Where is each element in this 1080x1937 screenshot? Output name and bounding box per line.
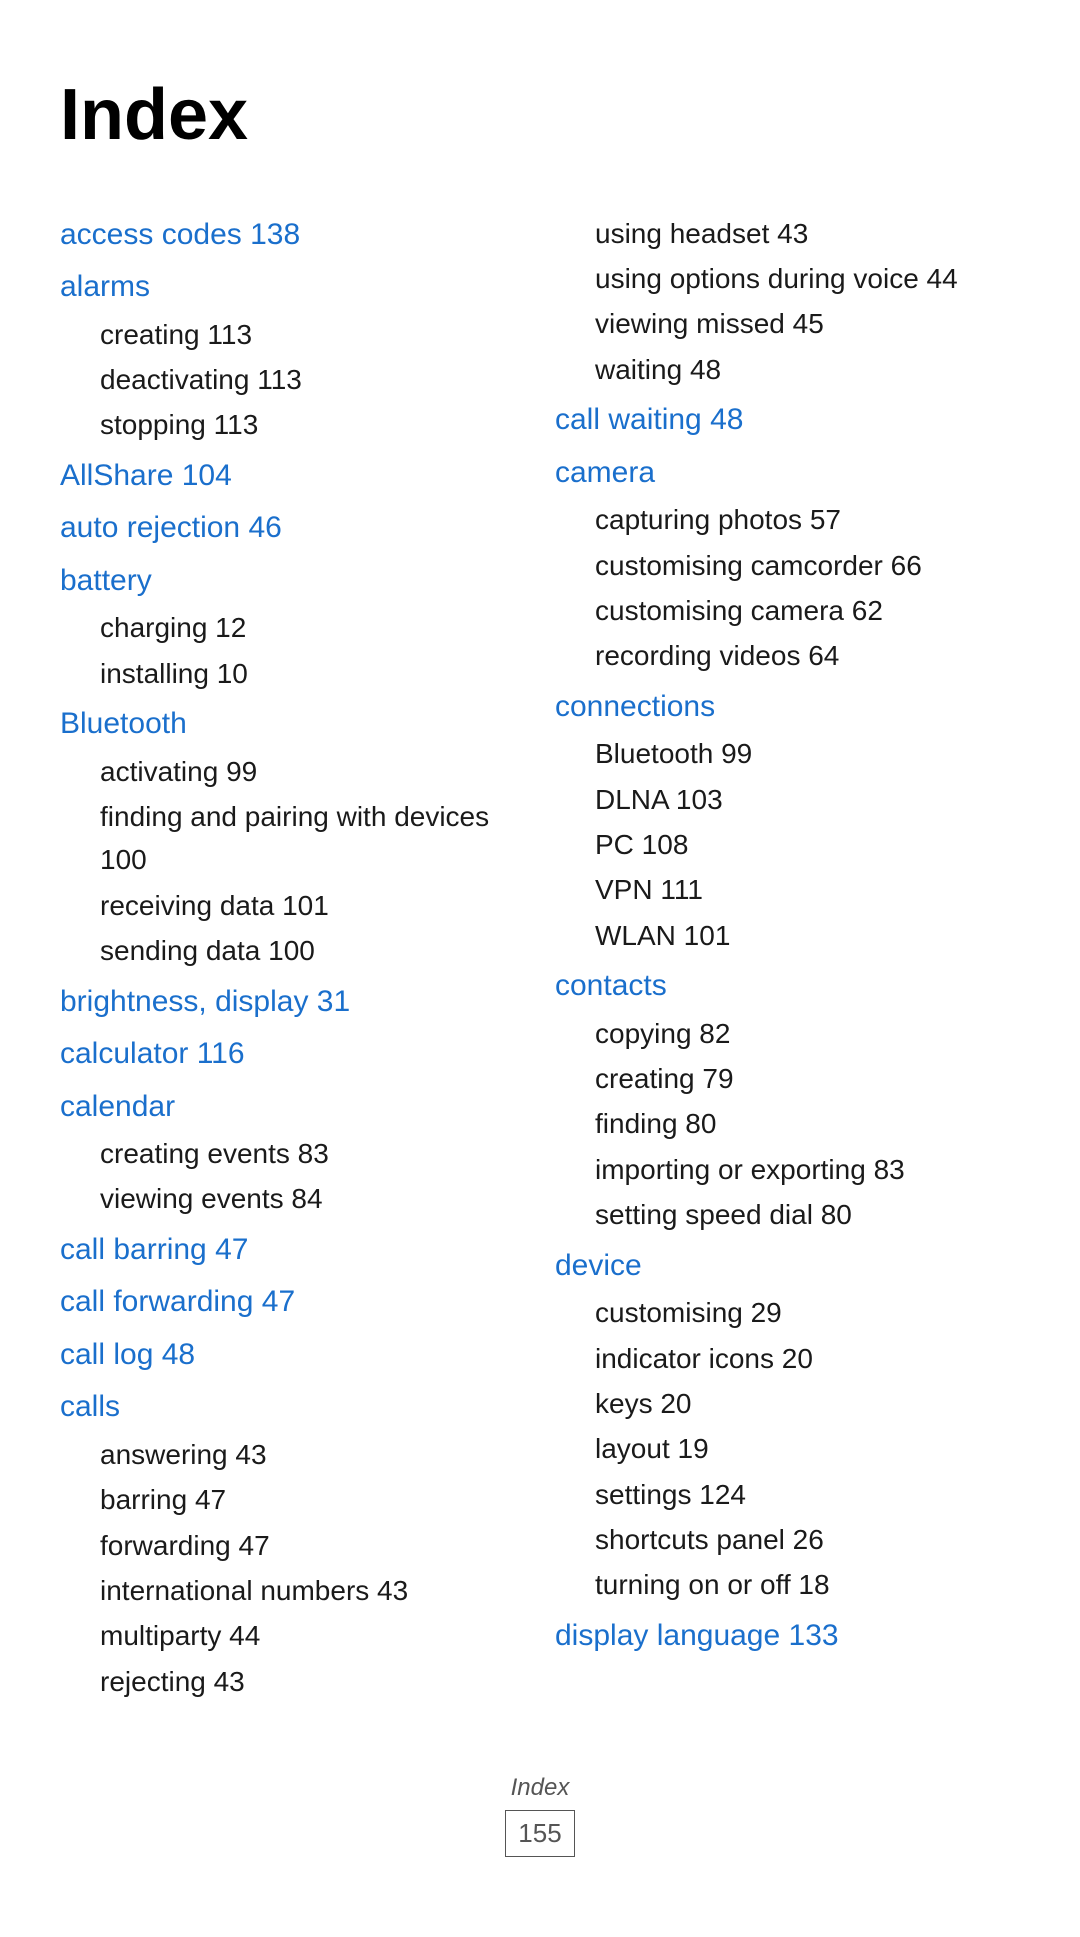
right-column: using headset 43using options during voi… bbox=[555, 212, 1020, 1710]
index-subitem: layout 19 bbox=[555, 1427, 1020, 1470]
index-subitem: stopping 113 bbox=[60, 403, 525, 446]
index-link[interactable]: AllShare 104 bbox=[60, 459, 232, 492]
index-section: call barring 47 bbox=[60, 1227, 525, 1274]
index-section: using headset 43using options during voi… bbox=[555, 212, 1020, 392]
footer-page: 155 bbox=[505, 1810, 574, 1856]
index-section: call log 48 bbox=[60, 1332, 525, 1379]
index-subitem: activating 99 bbox=[60, 750, 525, 793]
index-link[interactable]: calls bbox=[60, 1390, 120, 1423]
index-section: access codes 138 bbox=[60, 212, 525, 259]
index-link[interactable]: call waiting 48 bbox=[555, 403, 743, 436]
index-subitem: shortcuts panel 26 bbox=[555, 1518, 1020, 1561]
index-section: cameracapturing photos 57customising cam… bbox=[555, 450, 1020, 678]
index-link[interactable]: connections bbox=[555, 690, 715, 723]
index-subitem: customising camera 62 bbox=[555, 589, 1020, 632]
index-subitem: charging 12 bbox=[60, 606, 525, 649]
index-link[interactable]: battery bbox=[60, 564, 152, 597]
index-link[interactable]: call forwarding 47 bbox=[60, 1285, 295, 1318]
index-section: call forwarding 47 bbox=[60, 1279, 525, 1326]
index-section: auto rejection 46 bbox=[60, 505, 525, 552]
footer-label: Index bbox=[60, 1769, 1020, 1806]
index-subitem: using headset 43 bbox=[555, 212, 1020, 255]
index-subitem: importing or exporting 83 bbox=[555, 1148, 1020, 1191]
index-subitem: creating 79 bbox=[555, 1057, 1020, 1100]
index-section: connections Bluetooth 99DLNA 103PC 108VPN… bbox=[555, 684, 1020, 957]
index-subitem: settings 124 bbox=[555, 1473, 1020, 1516]
index-link[interactable]: call log 48 bbox=[60, 1338, 195, 1371]
index-subitem: viewing missed 45 bbox=[555, 302, 1020, 345]
index-section: calculator 116 bbox=[60, 1031, 525, 1078]
index-subitem: customising 29 bbox=[555, 1291, 1020, 1334]
index-section: contacts copying 82creating 79finding 80i… bbox=[555, 963, 1020, 1236]
index-subitem: using options during voice 44 bbox=[555, 257, 1020, 300]
index-subitem: receiving data 101 bbox=[60, 884, 525, 927]
index-subitem: creating 113 bbox=[60, 313, 525, 356]
index-subitem: installing 10 bbox=[60, 652, 525, 695]
index-link[interactable]: calendar bbox=[60, 1090, 175, 1123]
index-section: AllShare 104 bbox=[60, 453, 525, 500]
index-section: calls answering 43barring 47forwarding 47… bbox=[60, 1384, 525, 1703]
index-section: calendar creating events 83viewing events… bbox=[60, 1084, 525, 1221]
index-link[interactable]: brightness, display 31 bbox=[60, 985, 350, 1018]
index-link[interactable]: auto rejection 46 bbox=[60, 511, 282, 544]
index-link[interactable]: Bluetooth bbox=[60, 707, 187, 740]
index-subitem: finding 80 bbox=[555, 1102, 1020, 1145]
index-link[interactable]: camera bbox=[555, 456, 655, 489]
index-section: battery charging 12installing 10 bbox=[60, 558, 525, 695]
index-subitem: multiparty 44 bbox=[60, 1614, 525, 1657]
index-subitem: international numbers 43 bbox=[60, 1569, 525, 1612]
index-subitem: answering 43 bbox=[60, 1433, 525, 1476]
index-subitem: viewing events 84 bbox=[60, 1177, 525, 1220]
index-subitem: recording videos 64 bbox=[555, 634, 1020, 677]
index-subitem: keys 20 bbox=[555, 1382, 1020, 1425]
page-title: Index bbox=[60, 60, 1020, 172]
index-subitem: finding and pairing with devices 100 bbox=[60, 795, 525, 882]
index-subitem: DLNA 103 bbox=[555, 778, 1020, 821]
index-link[interactable]: device bbox=[555, 1249, 642, 1282]
index-link[interactable]: call barring 47 bbox=[60, 1233, 248, 1266]
index-link[interactable]: access codes 138 bbox=[60, 218, 300, 251]
index-link[interactable]: alarms bbox=[60, 270, 150, 303]
index-subitem: waiting 48 bbox=[555, 348, 1020, 391]
index-subitem: rejecting 43 bbox=[60, 1660, 525, 1703]
footer: Index 155 bbox=[60, 1769, 1020, 1856]
index-link[interactable]: contacts bbox=[555, 969, 667, 1002]
index-subitem: PC 108 bbox=[555, 823, 1020, 866]
index-section: call waiting 48 bbox=[555, 397, 1020, 444]
index-subitem: VPN 111 bbox=[555, 868, 1020, 911]
index-section: device customising 29indicator icons 20ke… bbox=[555, 1243, 1020, 1607]
index-link[interactable]: calculator 116 bbox=[60, 1037, 245, 1070]
index-subitem: forwarding 47 bbox=[60, 1524, 525, 1567]
index-subitem: deactivating 113 bbox=[60, 358, 525, 401]
index-section: alarms creating 113deactivating 113stoppi… bbox=[60, 264, 525, 447]
index-subitem: turning on or off 18 bbox=[555, 1563, 1020, 1606]
left-column: access codes 138 alarms creating 113deacti… bbox=[60, 212, 555, 1710]
index-link[interactable]: display language 133 bbox=[555, 1619, 839, 1652]
index-section: display language 133 bbox=[555, 1613, 1020, 1660]
index-subitem: WLAN 101 bbox=[555, 914, 1020, 957]
index-section: Bluetooth activating 99finding and pairin… bbox=[60, 701, 525, 972]
index-columns: access codes 138 alarms creating 113deacti… bbox=[60, 212, 1020, 1710]
index-section: brightness, display 31 bbox=[60, 979, 525, 1026]
index-subitem: creating events 83 bbox=[60, 1132, 525, 1175]
index-subitem: capturing photos 57 bbox=[555, 498, 1020, 541]
index-subitem: copying 82 bbox=[555, 1012, 1020, 1055]
index-subitem: barring 47 bbox=[60, 1478, 525, 1521]
index-subitem: indicator icons 20 bbox=[555, 1337, 1020, 1380]
index-subitem: customising camcorder 66 bbox=[555, 544, 1020, 587]
index-subitem: Bluetooth 99 bbox=[555, 732, 1020, 775]
index-subitem: sending data 100 bbox=[60, 929, 525, 972]
index-subitem: setting speed dial 80 bbox=[555, 1193, 1020, 1236]
